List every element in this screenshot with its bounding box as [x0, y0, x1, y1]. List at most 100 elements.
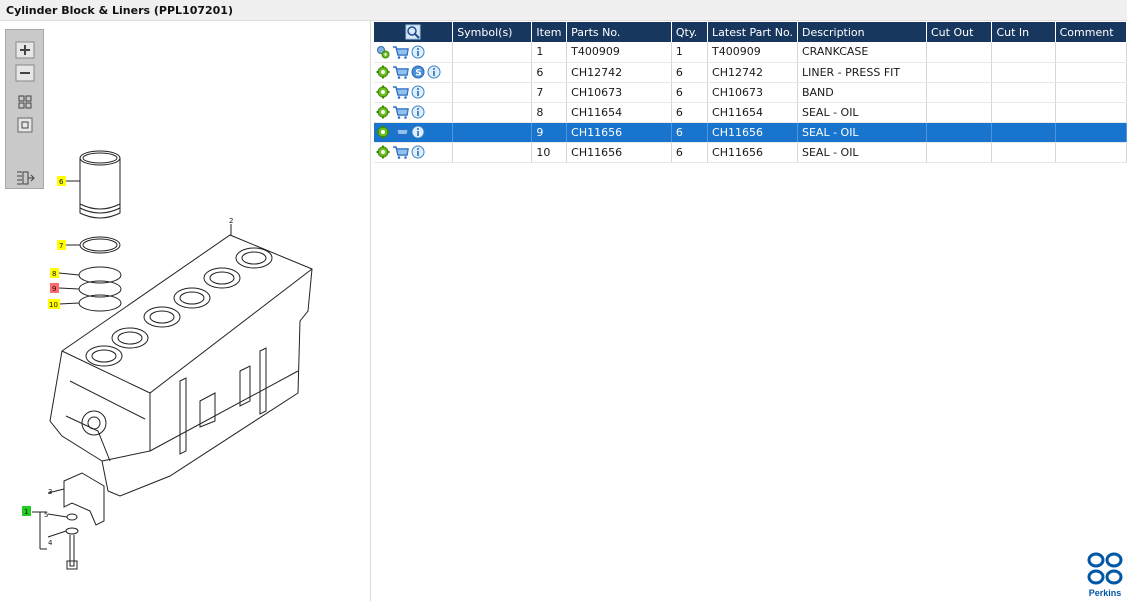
search-icon[interactable]: [405, 24, 421, 40]
symbols-cell[interactable]: [452, 82, 533, 103]
comment-cell[interactable]: [1055, 102, 1127, 123]
gears-icon[interactable]: [376, 45, 390, 59]
diagram-pane[interactable]: 6 7 8 9 10 1 2 3 5 4: [0, 21, 371, 601]
description-cell[interactable]: CRANKCASE: [797, 42, 927, 63]
description-cell[interactable]: SEAL - OIL: [797, 122, 927, 143]
item-cell[interactable]: 7: [531, 82, 568, 103]
item-cell[interactable]: 8: [531, 102, 568, 123]
gear-icon[interactable]: [376, 145, 390, 159]
cut-in-cell[interactable]: [991, 62, 1056, 83]
export-list-icon[interactable]: [15, 169, 35, 187]
symbols-cell[interactable]: [452, 142, 533, 163]
parts-no-cell[interactable]: CH10673: [566, 82, 672, 103]
zoom-in-icon[interactable]: [15, 41, 35, 59]
item-cell[interactable]: 6: [531, 62, 568, 83]
parts-no-cell[interactable]: CH11656: [566, 142, 672, 163]
info-icon[interactable]: [427, 65, 441, 79]
latest-part-no-cell[interactable]: CH10673: [707, 82, 798, 103]
latest-part-no-cell[interactable]: CH11656: [707, 122, 798, 143]
symbols-cell[interactable]: [452, 122, 533, 143]
column-header-symbols[interactable]: Symbol(s): [452, 22, 533, 42]
qty-cell[interactable]: 6: [671, 122, 709, 143]
fit-view-icon[interactable]: [15, 93, 35, 111]
gear-icon[interactable]: [376, 85, 390, 99]
gear-icon[interactable]: [376, 105, 390, 119]
parts-no-cell[interactable]: T400909: [566, 42, 672, 63]
symbols-cell[interactable]: [452, 62, 533, 83]
latest-part-no-cell[interactable]: CH12742: [707, 62, 798, 83]
cut-out-cell[interactable]: [926, 82, 993, 103]
gear-icon[interactable]: [376, 65, 390, 79]
gear-icon[interactable]: [376, 125, 390, 139]
s-icon[interactable]: S: [411, 65, 425, 79]
column-header-item[interactable]: Item: [531, 22, 568, 42]
cut-in-cell[interactable]: [991, 142, 1056, 163]
description-cell[interactable]: BAND: [797, 82, 927, 103]
latest-part-no-cell[interactable]: T400909: [707, 42, 798, 63]
parts-no-cell[interactable]: CH11654: [566, 102, 672, 123]
comment-cell[interactable]: [1055, 62, 1127, 83]
cart-icon[interactable]: [392, 85, 409, 99]
callout-7: 7: [59, 242, 63, 250]
qty-cell[interactable]: 6: [671, 82, 709, 103]
column-header-parts-no[interactable]: Parts No.: [566, 22, 672, 42]
table-row[interactable]: 7 CH10673 6 CH10673 BAND: [374, 82, 1127, 103]
qty-cell[interactable]: 6: [671, 102, 709, 123]
parts-no-cell[interactable]: CH11656: [566, 122, 672, 143]
title-bar: Cylinder Block & Liners (PPL107201): [0, 0, 1127, 21]
table-row[interactable]: 9 CH11656 6 CH11656 SEAL - OIL: [374, 122, 1127, 143]
item-cell[interactable]: 10: [531, 142, 568, 163]
parts-table: Symbol(s) Item Parts No. Qty. Latest Par…: [374, 22, 1127, 163]
column-header-latest-part-no[interactable]: Latest Part No.: [707, 22, 798, 42]
column-header-qty[interactable]: Qty.: [671, 22, 709, 42]
cut-out-cell[interactable]: [926, 122, 993, 143]
info-icon[interactable]: [411, 145, 425, 159]
column-header-search[interactable]: [374, 22, 454, 42]
qty-cell[interactable]: 6: [671, 62, 709, 83]
cart-icon[interactable]: [392, 105, 409, 119]
cart-icon[interactable]: [392, 45, 409, 59]
column-header-description[interactable]: Description: [797, 22, 927, 42]
table-row[interactable]: 8 CH11654 6 CH11654 SEAL - OIL: [374, 102, 1127, 123]
cut-in-cell[interactable]: [991, 42, 1056, 63]
row-actions-cell: [374, 142, 454, 163]
actual-size-icon[interactable]: [15, 116, 35, 134]
info-icon[interactable]: [411, 85, 425, 99]
item-cell[interactable]: 1: [531, 42, 568, 63]
parts-no-cell[interactable]: CH12742: [566, 62, 672, 83]
description-cell[interactable]: LINER - PRESS FIT: [797, 62, 927, 83]
symbols-cell[interactable]: [452, 102, 533, 123]
comment-cell[interactable]: [1055, 122, 1127, 143]
latest-part-no-cell[interactable]: CH11656: [707, 142, 798, 163]
info-icon[interactable]: [411, 45, 425, 59]
cut-out-cell[interactable]: [926, 62, 993, 83]
column-header-comment[interactable]: Comment: [1055, 22, 1127, 42]
comment-cell[interactable]: [1055, 142, 1127, 163]
column-header-cut-out[interactable]: Cut Out: [926, 22, 993, 42]
cut-out-cell[interactable]: [926, 42, 993, 63]
cut-in-cell[interactable]: [991, 122, 1056, 143]
info-icon[interactable]: [411, 105, 425, 119]
info-icon[interactable]: [411, 125, 425, 139]
qty-cell[interactable]: 6: [671, 142, 709, 163]
item-cell[interactable]: 9: [531, 122, 568, 143]
table-row[interactable]: 1 T400909 1 T400909 CRANKCASE: [374, 42, 1127, 63]
zoom-out-icon[interactable]: [15, 64, 35, 82]
table-row[interactable]: S 6 CH12742 6 CH12742 LINER - PRESS FIT: [374, 62, 1127, 83]
column-header-cut-in[interactable]: Cut In: [991, 22, 1056, 42]
comment-cell[interactable]: [1055, 82, 1127, 103]
cut-in-cell[interactable]: [991, 82, 1056, 103]
cart-icon[interactable]: [392, 65, 409, 79]
table-row[interactable]: 10 CH11656 6 CH11656 SEAL - OIL: [374, 142, 1127, 163]
description-cell[interactable]: SEAL - OIL: [797, 142, 927, 163]
description-cell[interactable]: SEAL - OIL: [797, 102, 927, 123]
cart-icon[interactable]: [392, 125, 409, 139]
cart-icon[interactable]: [392, 145, 409, 159]
cut-out-cell[interactable]: [926, 102, 993, 123]
symbols-cell[interactable]: [452, 42, 533, 63]
latest-part-no-cell[interactable]: CH11654: [707, 102, 798, 123]
qty-cell[interactable]: 1: [671, 42, 709, 63]
cut-out-cell[interactable]: [926, 142, 993, 163]
comment-cell[interactable]: [1055, 42, 1127, 63]
cut-in-cell[interactable]: [991, 102, 1056, 123]
